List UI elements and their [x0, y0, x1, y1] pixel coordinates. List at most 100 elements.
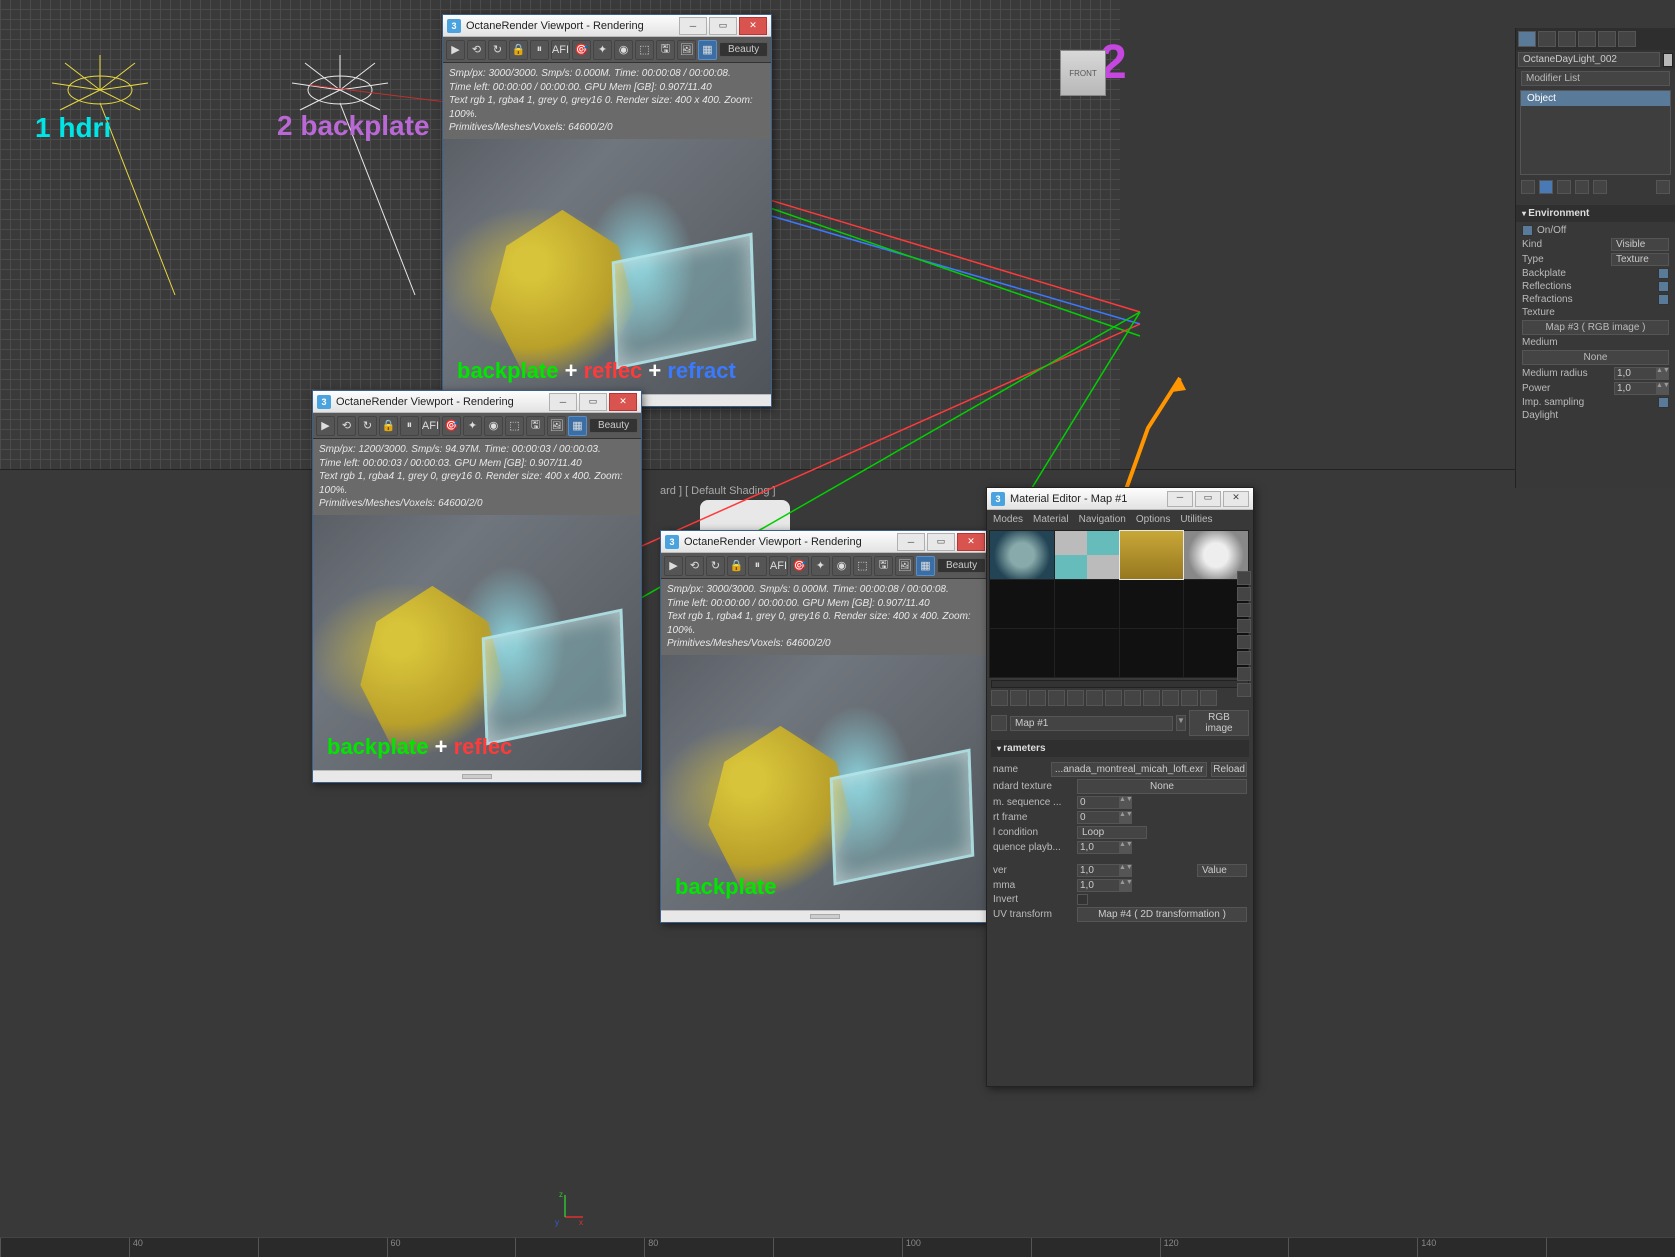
assign-to-selection-icon[interactable] — [1029, 690, 1046, 706]
put-to-scene-icon[interactable] — [1010, 690, 1027, 706]
material-slot[interactable] — [1055, 629, 1119, 677]
toolbar-button[interactable]: 🖫 — [656, 40, 675, 60]
modify-tab-icon[interactable] — [1538, 31, 1556, 47]
render-canvas[interactable]: backplate — [661, 655, 989, 910]
toolbar-button[interactable]: AFI — [421, 416, 440, 436]
stack-item-object[interactable]: Object — [1521, 91, 1670, 106]
menu-utilities[interactable]: Utilities — [1180, 514, 1212, 525]
maximize-button[interactable]: ▭ — [927, 533, 955, 551]
toolbar-button[interactable]: ↻ — [358, 416, 377, 436]
toolbar-button[interactable]: ▦ — [698, 40, 717, 60]
options-icon[interactable] — [1237, 667, 1251, 681]
material-name-field[interactable]: Map #1 — [1010, 716, 1173, 731]
video-check-icon[interactable] — [1237, 635, 1251, 649]
sample-uv-icon[interactable] — [1237, 619, 1251, 633]
motion-tab-icon[interactable] — [1578, 31, 1596, 47]
material-id-icon[interactable] — [1124, 690, 1141, 706]
pick-material-icon[interactable] — [991, 715, 1007, 731]
toolbar-button[interactable]: ▶ — [446, 40, 465, 60]
toolbar-button[interactable]: 🖼 — [895, 556, 914, 576]
show-map-icon[interactable] — [1143, 690, 1160, 706]
close-button[interactable]: ✕ — [1223, 491, 1249, 507]
modifier-stack[interactable]: Object — [1520, 90, 1671, 175]
toolbar-button[interactable]: ↻ — [706, 556, 725, 576]
show-end-result-icon[interactable] — [1162, 690, 1179, 706]
reflections-checkbox[interactable] — [1658, 281, 1669, 292]
toolbar-button[interactable]: 🖼 — [677, 40, 696, 60]
toolbar-button[interactable]: ◉ — [484, 416, 503, 436]
menu-material[interactable]: Material — [1033, 514, 1069, 525]
toolbar-button[interactable]: ▶ — [316, 416, 335, 436]
toolbar-button[interactable]: 🔒 — [727, 556, 746, 576]
menu-options[interactable]: Options — [1136, 514, 1170, 525]
environment-rollout-header[interactable]: Environment — [1516, 205, 1675, 222]
material-slot[interactable] — [990, 580, 1054, 628]
object-color-swatch[interactable] — [1663, 53, 1673, 67]
maximize-button[interactable]: ▭ — [709, 17, 737, 35]
aov-select[interactable]: Beauty — [937, 558, 986, 573]
material-type-button[interactable]: RGB image — [1189, 710, 1249, 736]
close-button[interactable]: ✕ — [609, 393, 637, 411]
material-name-dropdown[interactable]: ▼ — [1176, 715, 1186, 731]
ver-spinner[interactable]: ▲▼ — [1077, 864, 1132, 877]
resize-grip[interactable] — [661, 910, 989, 922]
aov-select[interactable]: Beauty — [719, 42, 768, 57]
maximize-button[interactable]: ▭ — [579, 393, 607, 411]
material-slot[interactable] — [1120, 580, 1184, 628]
toolbar-button[interactable]: ⏸ — [400, 416, 419, 436]
hdri-sun-gizmo[interactable] — [40, 55, 240, 308]
make-copy-icon[interactable] — [1067, 690, 1084, 706]
type-dropdown[interactable]: Texture — [1611, 253, 1669, 266]
toolbar-button[interactable]: 🖫 — [874, 556, 893, 576]
cond-dropdown[interactable]: Loop — [1077, 826, 1147, 839]
toolbar-button[interactable]: 🖫 — [526, 416, 545, 436]
configure-sets-icon[interactable] — [1593, 180, 1607, 194]
stdtex-button[interactable]: None — [1077, 779, 1247, 794]
toolbar-button[interactable]: ⬚ — [853, 556, 872, 576]
medium-button[interactable]: None — [1522, 350, 1669, 365]
make-unique-icon[interactable] — [1557, 180, 1571, 194]
toolbar-button[interactable]: ▦ — [568, 416, 587, 436]
material-slot-selected[interactable] — [1120, 531, 1184, 579]
minimize-button[interactable]: ─ — [549, 393, 577, 411]
octane-window-1[interactable]: 3 OctaneRender Viewport - Rendering ─ ▭ … — [442, 14, 772, 407]
utilities-tab-icon[interactable] — [1618, 31, 1636, 47]
start-spinner[interactable]: ▲▼ — [1077, 811, 1132, 824]
close-button[interactable]: ✕ — [957, 533, 985, 551]
toolbar-button[interactable]: ⬚ — [505, 416, 524, 436]
viewcube[interactable]: FRONT — [1060, 50, 1106, 96]
toolbar-button[interactable]: ◉ — [614, 40, 633, 60]
stack-options-icon[interactable] — [1656, 180, 1670, 194]
toolbar-button[interactable]: 🖼 — [547, 416, 566, 436]
filename-field[interactable]: ...anada_montreal_micah_loft.exr — [1051, 762, 1207, 777]
toolbar-button[interactable]: 🎯 — [572, 40, 591, 60]
toolbar-button[interactable]: 🎯 — [442, 416, 461, 436]
pin-stack-icon[interactable] — [1521, 180, 1535, 194]
aov-select[interactable]: Beauty — [589, 418, 638, 433]
toolbar-button[interactable]: ⏸ — [530, 40, 549, 60]
minimize-button[interactable]: ─ — [1167, 491, 1193, 507]
backlight-icon[interactable] — [1237, 587, 1251, 601]
toolbar-button[interactable]: ◉ — [832, 556, 851, 576]
resize-grip[interactable] — [313, 770, 641, 782]
toolbar-button[interactable]: ↻ — [488, 40, 507, 60]
medium-radius-spinner[interactable]: ▲▼ — [1614, 367, 1669, 380]
toolbar-button[interactable]: AFI — [769, 556, 788, 576]
reload-button[interactable]: Reload — [1211, 762, 1247, 777]
render-canvas[interactable]: backplate + reflec + refract — [443, 139, 771, 394]
imp-sampling-checkbox[interactable] — [1658, 397, 1669, 408]
ver-mode-dropdown[interactable]: Value — [1197, 864, 1247, 877]
background-icon[interactable] — [1237, 603, 1251, 617]
minimize-button[interactable]: ─ — [897, 533, 925, 551]
octane-window-2[interactable]: 3 OctaneRender Viewport - Rendering ─ ▭ … — [312, 390, 642, 783]
toolbar-button[interactable]: ⏸ — [748, 556, 767, 576]
menu-modes[interactable]: Modes — [993, 514, 1023, 525]
display-tab-icon[interactable] — [1598, 31, 1616, 47]
title-bar[interactable]: 3 OctaneRender Viewport - Rendering ─ ▭ … — [661, 531, 989, 553]
title-bar[interactable]: 3 OctaneRender Viewport - Rendering ─ ▭ … — [313, 391, 641, 413]
parameters-rollout-header[interactable]: rameters — [991, 740, 1249, 757]
power-spinner[interactable]: ▲▼ — [1614, 382, 1669, 395]
select-by-material-icon[interactable] — [1237, 683, 1251, 697]
toolbar-button[interactable]: ⬚ — [635, 40, 654, 60]
toolbar-button[interactable]: ⟲ — [467, 40, 486, 60]
